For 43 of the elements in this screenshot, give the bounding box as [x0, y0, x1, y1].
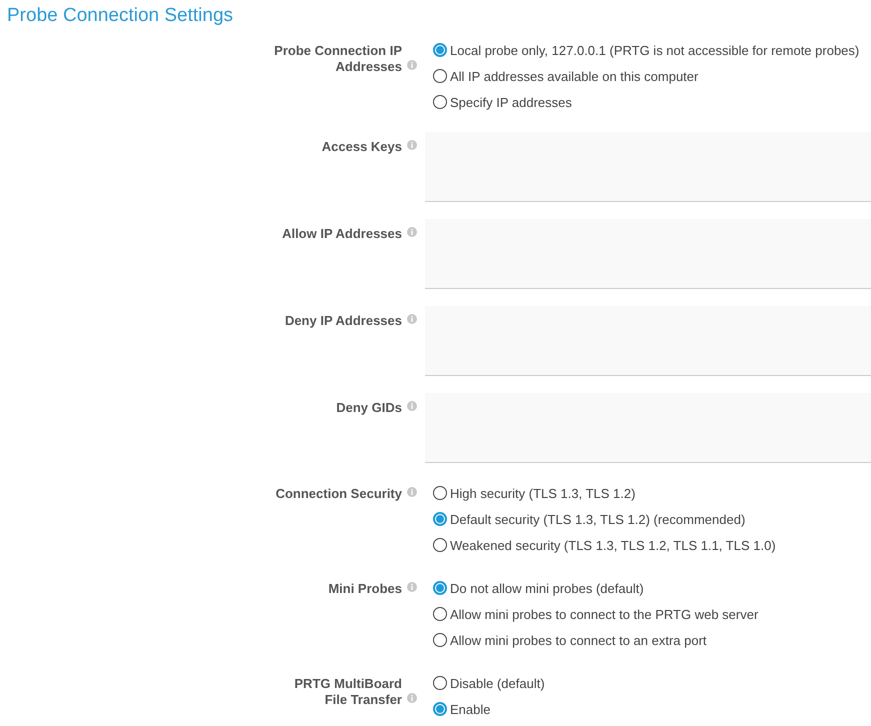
input-field[interactable]: [425, 219, 871, 289]
radio-button[interactable]: [433, 95, 447, 109]
radio-button[interactable]: [433, 538, 447, 552]
radio-button[interactable]: [433, 607, 447, 621]
option-label[interactable]: Allow mini probes to connect to an extra port: [450, 632, 707, 648]
field-label: PRTG MultiBoard File Transfer: [293, 676, 402, 708]
option-label[interactable]: Do not allow mini probes (default): [450, 580, 644, 596]
radio-button[interactable]: [433, 702, 447, 716]
field-label: Probe Connection IP Addresses: [274, 43, 402, 75]
input-field[interactable]: [425, 393, 871, 463]
radio-button[interactable]: [433, 676, 447, 690]
field-label: Connection Security: [276, 486, 402, 502]
radio-button[interactable]: [433, 43, 447, 57]
info-icon[interactable]: [407, 582, 417, 592]
info-icon[interactable]: [407, 140, 417, 150]
option-label[interactable]: Local probe only, 127.0.0.1 (PRTG is not accessible for remote probes): [450, 42, 860, 58]
option-label[interactable]: Default security (TLS 1.3, TLS 1.2) (recommended): [450, 512, 746, 526]
option-label[interactable]: Weakened security (TLS 1.3, TLS 1.2, TLS 1.1, TLS 1.0): [450, 538, 776, 552]
radio-button[interactable]: [433, 512, 447, 526]
info-icon[interactable]: [407, 693, 417, 703]
option-label[interactable]: High security (TLS 1.3, TLS 1.2): [450, 486, 636, 500]
option-label[interactable]: Disable (default): [450, 676, 545, 690]
option-label[interactable]: All IP addresses available on this computer: [450, 68, 698, 84]
info-icon[interactable]: [407, 401, 417, 411]
field-label: Deny GIDs: [336, 400, 402, 416]
radio-button[interactable]: [433, 581, 447, 595]
info-icon[interactable]: [407, 60, 417, 70]
option-label[interactable]: Enable: [450, 702, 490, 716]
input-field[interactable]: [425, 306, 871, 376]
option-label[interactable]: Allow mini probes to connect to the PRTG web server: [450, 606, 758, 622]
input-field[interactable]: [425, 132, 871, 202]
field-label: Mini Probes: [328, 581, 402, 597]
info-icon[interactable]: [407, 227, 417, 237]
option-label[interactable]: Specify IP addresses: [450, 94, 572, 110]
field-label: Access Keys: [322, 139, 402, 155]
radio-button[interactable]: [433, 486, 447, 500]
info-icon[interactable]: [407, 314, 417, 324]
radio-button[interactable]: [433, 633, 447, 647]
field-label: Allow IP Addresses: [282, 226, 402, 242]
info-icon[interactable]: [407, 487, 417, 497]
field-label: Deny IP Addresses: [284, 313, 402, 329]
section-title: Probe Connection Settings: [6, 4, 234, 28]
radio-button[interactable]: [433, 69, 447, 83]
